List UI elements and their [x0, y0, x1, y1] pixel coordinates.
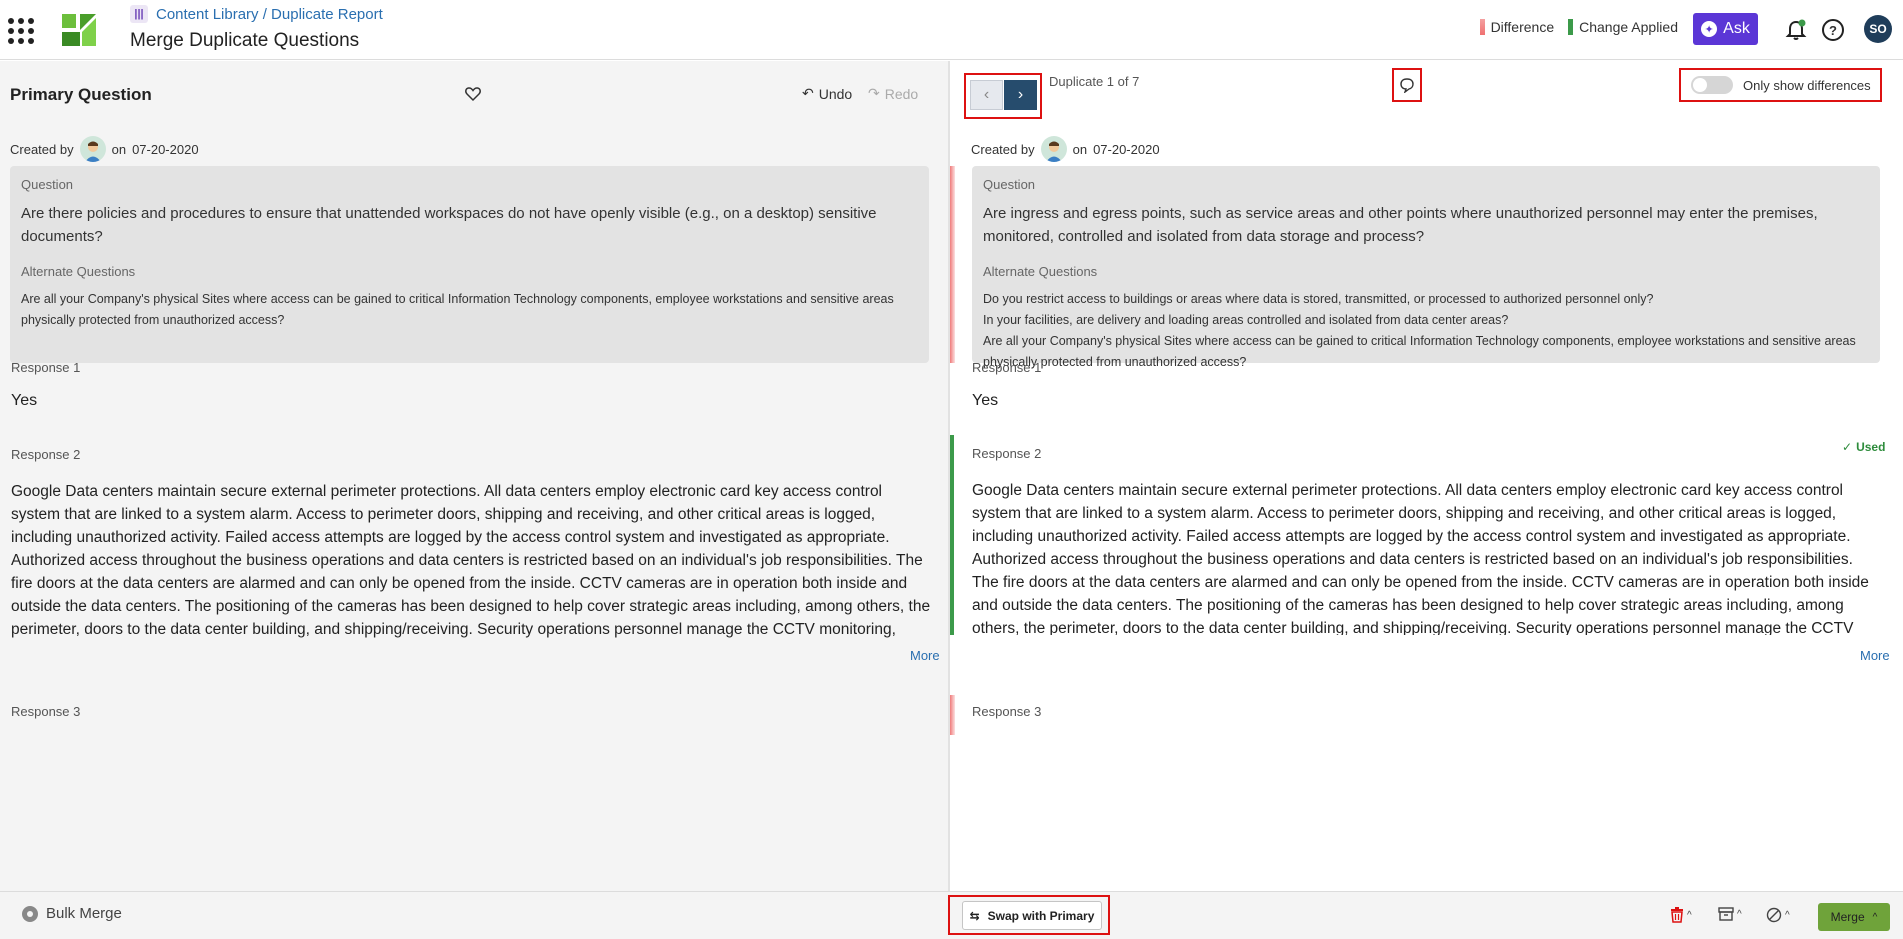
gear-icon — [22, 905, 38, 922]
user-avatar[interactable]: SO — [1864, 15, 1892, 43]
used-badge: ✓ Used — [1842, 440, 1885, 454]
comment-icon — [1400, 78, 1414, 93]
primary-question-pane: Primary Question ↶ Undo ↷ Redo Created b… — [0, 61, 948, 891]
created-on-label: on — [1072, 141, 1088, 157]
legend-change-applied-label: Change Applied — [1579, 19, 1678, 35]
response-1-label: Response 1 — [11, 360, 81, 375]
archive-dropdown[interactable]: ^ — [1718, 907, 1742, 921]
used-label: Used — [1856, 440, 1886, 454]
breadcrumb-text[interactable]: Content Library / Duplicate Report — [156, 6, 383, 23]
duplicate-created-by: Created by on 07-20-2020 — [971, 136, 1160, 162]
footer-bar: Bulk Merge ⇆ Swap with Primary ^ ^ ^ Mer… — [0, 891, 1903, 939]
response-1-label: Response 1 — [972, 360, 1042, 375]
next-duplicate-button[interactable]: › — [1004, 80, 1037, 110]
alternate-questions-label: Alternate Questions — [983, 264, 1098, 279]
block-icon — [1766, 907, 1782, 923]
response-3-label: Response 3 — [972, 704, 1042, 719]
previous-duplicate-button[interactable]: ‹ — [970, 80, 1003, 110]
primary-question-box: Question Are there policies and procedur… — [10, 166, 929, 363]
merge-button[interactable]: Merge ^ — [1818, 903, 1890, 931]
merge-label: Merge — [1830, 910, 1865, 924]
duplicate-question-pane: ‹ › Duplicate 1 of 7 Only show differenc… — [950, 61, 1903, 891]
response-1-text: Yes — [11, 392, 38, 409]
library-icon: ||| — [130, 5, 148, 23]
trash-icon — [1671, 907, 1683, 923]
created-by-label: Created by — [971, 141, 1035, 157]
undo-icon: ↶ — [802, 85, 814, 101]
created-by-label: Created by — [10, 141, 74, 157]
created-date: 07-20-2020 — [1093, 141, 1160, 157]
more-link[interactable]: More — [1860, 648, 1890, 663]
only-show-differences-toggle[interactable] — [1691, 76, 1733, 94]
chevron-up-icon: ^ — [1872, 911, 1878, 923]
legend-difference: Difference — [1479, 19, 1555, 35]
ignore-dropdown[interactable]: ^ — [1766, 907, 1790, 923]
alternate-questions-label: Alternate Questions — [21, 264, 136, 279]
delete-dropdown[interactable]: ^ — [1670, 907, 1692, 923]
response-3-label: Response 3 — [11, 704, 81, 719]
swap-icon: ⇆ — [969, 908, 980, 923]
primary-created-by: Created by on 07-20-2020 — [10, 136, 199, 162]
alternate-question: Are all your Company's physical Sites wh… — [983, 334, 1856, 369]
legend: Difference Change Applied — [1479, 19, 1678, 35]
legend-difference-label: Difference — [1490, 19, 1555, 35]
archive-icon — [1718, 907, 1734, 921]
duplicate-question-text: Are ingress and egress points, such as s… — [983, 205, 1818, 245]
created-date: 07-20-2020 — [132, 141, 199, 157]
response-2-applied-marker — [950, 435, 954, 635]
app-logo — [62, 14, 96, 46]
only-show-differences-highlight: Only show differences — [1679, 68, 1882, 102]
favorite-heart-icon[interactable] — [464, 85, 482, 103]
response-2-text: Google Data centers maintain secure exte… — [972, 482, 1869, 635]
more-link[interactable]: More — [910, 648, 940, 663]
bulk-merge-label: Bulk Merge — [46, 905, 122, 922]
question-difference-marker — [950, 166, 955, 363]
question-label: Question — [983, 177, 1036, 192]
alternate-question: Are all your Company's physical Sites wh… — [21, 292, 894, 327]
undo-button[interactable]: ↶ Undo — [802, 85, 852, 102]
redo-icon: ↷ — [868, 85, 880, 101]
chevron-up-icon: ^ — [1785, 909, 1790, 921]
undo-label: Undo — [818, 85, 853, 102]
change-applied-swatch — [1568, 19, 1574, 35]
legend-change-applied: Change Applied — [1568, 19, 1678, 35]
alternate-question: In your facilities, are delivery and loa… — [983, 313, 1509, 327]
response-3-difference-marker — [950, 695, 955, 735]
created-on-label: on — [111, 141, 127, 157]
difference-swatch — [1479, 19, 1485, 35]
question-label: Question — [21, 177, 74, 192]
duplicate-counter: Duplicate 1 of 7 — [1049, 74, 1140, 89]
alternate-question: Do you restrict access to buildings or a… — [983, 292, 1654, 306]
top-bar: ||| Content Library / Duplicate Report M… — [0, 0, 1903, 60]
notification-bell-icon[interactable] — [1785, 19, 1807, 41]
help-icon[interactable]: ? — [1822, 19, 1844, 41]
breadcrumb[interactable]: ||| Content Library / Duplicate Report — [130, 5, 383, 23]
primary-question-text: Are there policies and procedures to ens… — [21, 205, 877, 245]
page-title: Merge Duplicate Questions — [130, 30, 360, 51]
response-2-label: Response 2 — [11, 447, 81, 462]
author-avatar — [1040, 136, 1067, 162]
chevron-up-icon: ^ — [1687, 909, 1692, 921]
redo-button[interactable]: ↷ Redo — [868, 85, 918, 102]
chevron-up-icon: ^ — [1737, 908, 1742, 920]
swap-label: Swap with Primary — [987, 908, 1095, 923]
swap-with-primary-button[interactable]: ⇆ Swap with Primary — [962, 901, 1102, 930]
duplicate-question-box: Question Are ingress and egress points, … — [972, 166, 1880, 369]
author-avatar — [79, 136, 106, 162]
response-2-text: Google Data centers maintain secure exte… — [11, 483, 931, 638]
ask-icon: ✦ — [1701, 21, 1718, 37]
comment-button[interactable] — [1392, 68, 1422, 102]
primary-question-title: Primary Question — [10, 85, 152, 104]
redo-label: Redo — [884, 85, 919, 102]
only-show-differences-label: Only show differences — [1743, 77, 1871, 93]
ask-button[interactable]: ✦ Ask — [1693, 13, 1758, 45]
response-1-text: Yes — [972, 392, 999, 409]
app-grid-icon[interactable] — [8, 18, 34, 44]
ask-label: Ask — [1723, 20, 1750, 37]
bulk-merge-button[interactable]: Bulk Merge — [22, 905, 122, 922]
check-icon: ✓ — [1842, 440, 1853, 454]
response-2-label: Response 2 — [972, 446, 1042, 461]
